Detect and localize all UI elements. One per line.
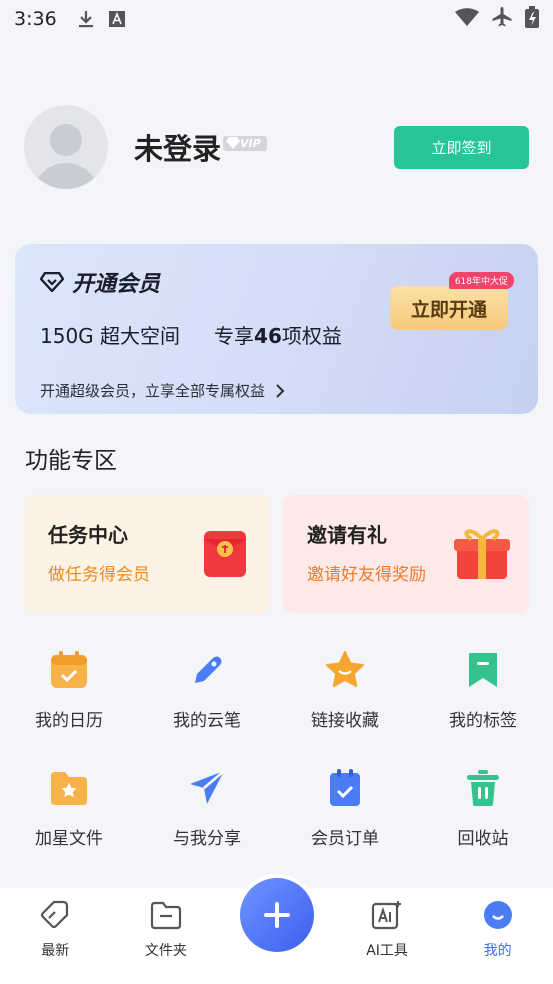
red-envelope-icon	[202, 529, 248, 583]
profile-header: 未登录 VIP 立即签到	[24, 105, 529, 189]
grid-item-shared-with-me[interactable]: 与我分享	[138, 758, 276, 849]
wifi-icon	[455, 7, 479, 31]
gift-box-icon	[451, 525, 513, 585]
grid-item-label: 链接收藏	[311, 711, 379, 731]
tab-latest[interactable]: 最新	[0, 888, 111, 984]
benefit-space: 150G 超大空间	[40, 324, 181, 348]
grid-item-cloud-pen[interactable]: 我的云笔	[138, 640, 276, 731]
tab-label: AI工具	[366, 943, 408, 959]
member-card[interactable]: 开通会员 150G 超大空间 专享46项权益 开通超级会员，立享全部专属权益 立…	[15, 244, 538, 414]
order-clipboard-icon	[323, 768, 367, 808]
grid-item-calendar[interactable]: 我的日历	[0, 640, 138, 731]
profile-smile-icon	[483, 900, 513, 934]
tab-mine[interactable]: 我的	[442, 888, 553, 984]
ai-tool-icon	[371, 900, 403, 934]
grid-item-my-tags[interactable]: 我的标签	[414, 640, 552, 731]
bookmark-icon	[461, 650, 505, 690]
text-notification-icon	[108, 11, 125, 27]
grid-item-label: 加星文件	[35, 829, 103, 849]
promo-badge: 618年中大促	[448, 272, 514, 289]
airplane-mode-icon	[491, 6, 513, 33]
pen-icon	[185, 650, 229, 690]
diamond-icon	[40, 272, 64, 292]
vip-badge: VIP	[223, 135, 267, 151]
benefit-rights: 专享46项权益	[214, 324, 342, 348]
status-bar: 3:36	[0, 0, 553, 38]
grid-item-recycle-bin[interactable]: 回收站	[414, 758, 552, 849]
open-membership-button[interactable]: 立即开通	[390, 286, 508, 330]
grid-item-label: 与我分享	[173, 829, 241, 849]
grid-item-link-favorites[interactable]: 链接收藏	[276, 640, 414, 731]
avatar[interactable]	[24, 105, 108, 189]
folder-icon	[150, 900, 182, 934]
grid-item-starred-files[interactable]: 加星文件	[0, 758, 138, 849]
grid-item-label: 会员订单	[311, 829, 379, 849]
add-button[interactable]	[240, 878, 314, 952]
vip-badge-text: VIP	[240, 136, 261, 150]
calendar-icon	[47, 650, 91, 690]
download-icon	[77, 9, 95, 29]
tab-label: 我的	[483, 943, 512, 959]
send-icon	[185, 768, 229, 808]
invite-card[interactable]: 邀请有礼 邀请好友得奖励	[283, 495, 529, 613]
task-center-card[interactable]: 任务中心 做任务得会员	[24, 495, 270, 613]
member-card-title-text: 开通会员	[72, 272, 161, 297]
tab-label: 文件夹	[144, 943, 187, 959]
grid-item-label: 我的标签	[449, 711, 517, 731]
member-benefits-link[interactable]: 开通超级会员，立享全部专属权益	[40, 380, 285, 401]
grid-item-label: 我的云笔	[173, 711, 241, 731]
tag-icon	[40, 900, 70, 934]
tool-grid: 我的日历 我的云笔 链接收藏 我的标签 加星文件 与我分享 会员订单 回收站	[0, 640, 553, 849]
username[interactable]: 未登录	[134, 126, 221, 168]
section-title: 功能专区	[25, 448, 117, 474]
tab-label: 最新	[41, 943, 70, 959]
starred-folder-icon	[47, 768, 91, 808]
star-icon	[323, 650, 367, 690]
tab-ai-tools[interactable]: AI工具	[332, 888, 443, 984]
status-time: 3:36	[14, 8, 57, 30]
chevron-right-icon	[276, 383, 285, 398]
checkin-button[interactable]: 立即签到	[394, 125, 529, 169]
grid-item-label: 回收站	[457, 829, 509, 849]
trash-icon	[461, 768, 505, 808]
battery-icon	[525, 5, 539, 33]
diamond-icon	[226, 137, 241, 149]
tab-folders[interactable]: 文件夹	[111, 888, 222, 984]
grid-item-member-orders[interactable]: 会员订单	[276, 758, 414, 849]
plus-icon	[264, 902, 290, 928]
grid-item-label: 我的日历	[35, 711, 103, 731]
member-link-text: 开通超级会员，立享全部专属权益	[40, 382, 266, 400]
